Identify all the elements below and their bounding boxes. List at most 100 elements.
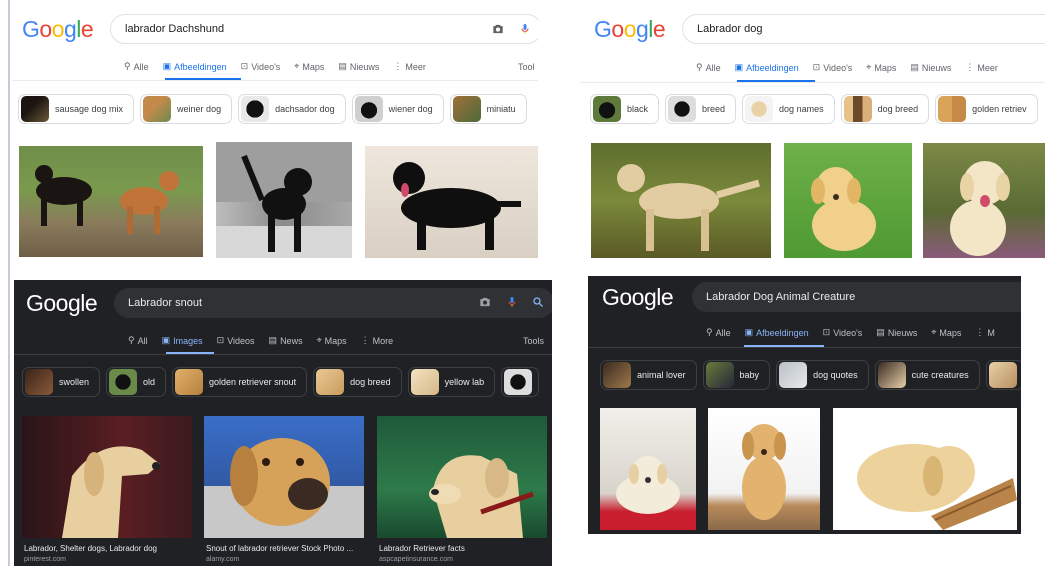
- chip-thumbnail: [354, 96, 383, 122]
- result-image[interactable]: [365, 146, 538, 258]
- chip[interactable]: swollen: [22, 367, 101, 397]
- result-image[interactable]: [833, 408, 1017, 530]
- tab-videos[interactable]: ⊡ Video's: [823, 327, 863, 338]
- chip[interactable]: animal lover: [600, 360, 697, 390]
- result-title[interactable]: Labrador Retriever facts: [379, 544, 465, 553]
- chip-thumbnail: [593, 96, 621, 122]
- result-image[interactable]: [600, 408, 696, 530]
- result-image[interactable]: [216, 142, 352, 258]
- chip[interactable]: dog breed: [840, 94, 930, 124]
- google-logo[interactable]: Google: [22, 16, 94, 43]
- chip-thumbnail: [241, 96, 270, 122]
- result-image[interactable]: [591, 143, 771, 258]
- result-image[interactable]: [22, 416, 192, 538]
- chip[interactable]: baby: [702, 360, 771, 390]
- chip-thumbnail: [938, 96, 967, 122]
- chip[interactable]: miniatu: [449, 94, 527, 124]
- camera-icon[interactable]: [491, 22, 505, 36]
- tab-more[interactable]: ⋮ Meer: [965, 62, 998, 73]
- chip[interactable]: wiener dog: [351, 94, 444, 124]
- tab-videos[interactable]: ⊡ Video's: [813, 62, 853, 73]
- camera-icon[interactable]: [478, 295, 492, 309]
- chip[interactable]: sausage dog mix: [18, 94, 135, 124]
- chip[interactable]: dog breed: [313, 367, 402, 397]
- tab-more[interactable]: ⋮ Meer: [393, 61, 426, 72]
- result-image[interactable]: [923, 143, 1045, 258]
- chip[interactable]: [985, 360, 1021, 390]
- result-image[interactable]: [784, 143, 912, 258]
- tab-all[interactable]: ⚲ Alle: [124, 61, 149, 72]
- tab-images[interactable]: ▣ Afbeeldingen: [163, 61, 227, 72]
- tab-news[interactable]: ▤ News: [269, 335, 303, 346]
- search-input[interactable]: labrador Dachshund: [110, 14, 538, 44]
- search-input[interactable]: Labrador snout: [114, 288, 552, 318]
- chip[interactable]: old: [106, 367, 167, 397]
- tools-button[interactable]: Tools: [523, 336, 544, 346]
- microphone-icon[interactable]: [519, 22, 531, 36]
- search-icon[interactable]: [532, 295, 544, 309]
- chip-thumbnail: [452, 96, 481, 122]
- chip[interactable]: cute creatures: [874, 360, 980, 390]
- chip[interactable]: golden retriever snout: [172, 367, 308, 397]
- news-icon: ▤: [876, 327, 885, 337]
- pin-icon: ⌖: [316, 335, 322, 345]
- result-image[interactable]: [19, 146, 203, 257]
- google-logo[interactable]: Google: [26, 290, 98, 317]
- result-image[interactable]: [204, 416, 364, 538]
- chip-thumbnail: [316, 369, 345, 395]
- tab-all[interactable]: ⚲ All: [128, 335, 148, 346]
- result-image[interactable]: [708, 408, 820, 530]
- related-chips: swollen old golden retriever snout dog b…: [22, 367, 540, 397]
- tab-all[interactable]: ⚲ Alle: [706, 327, 731, 338]
- chip[interactable]: black: [590, 94, 660, 124]
- google-logo[interactable]: Google: [594, 16, 666, 43]
- search-tabs: ⚲ Alle ▣ Afbeeldingen ⊡ Video's ▤ Nieuws ⌖ Ma…: [706, 327, 995, 338]
- panel-labrador-dog-animal-creature: Google Labrador Dog Animal Creature ⚲ All…: [588, 276, 1021, 534]
- tab-videos[interactable]: ⊡ Video's: [241, 61, 281, 72]
- chip[interactable]: dog quotes: [776, 360, 869, 390]
- tab-images[interactable]: ▣ Images: [162, 335, 203, 346]
- chip[interactable]: golden retriev: [935, 94, 1038, 124]
- tab-news[interactable]: ▤ Nieuws: [876, 327, 917, 338]
- tab-more[interactable]: ⋮ More: [361, 335, 394, 346]
- chip-thumbnail: [843, 96, 872, 122]
- chip[interactable]: dog names: [742, 94, 835, 124]
- chip[interactable]: [501, 367, 540, 397]
- tools-button[interactable]: Tool: [518, 62, 535, 72]
- tab-more[interactable]: ⋮ M: [975, 327, 995, 338]
- chip[interactable]: yellow lab: [407, 367, 496, 397]
- chip[interactable]: breed: [665, 94, 737, 124]
- search-tabs: ⚲ All ▣ Images ⊡ Videos ▤ News ⌖ Maps ⋮ More: [128, 335, 393, 346]
- microphone-icon[interactable]: [506, 295, 518, 309]
- play-icon: ⊡: [822, 327, 831, 337]
- pin-icon: ⌖: [294, 61, 300, 71]
- chip-thumbnail: [410, 369, 439, 395]
- search-icon: ⚲: [706, 327, 713, 337]
- search-input[interactable]: Labrador Dog Animal Creature: [692, 282, 1021, 312]
- search-query: Labrador snout: [128, 297, 202, 309]
- tab-all[interactable]: ⚲ Alle: [696, 62, 721, 73]
- tab-maps[interactable]: ⌖ Maps: [931, 327, 961, 338]
- tab-maps[interactable]: ⌖ Maps: [294, 61, 324, 72]
- tab-images[interactable]: ▣ Afbeeldingen: [735, 62, 799, 73]
- news-icon: ▤: [338, 61, 347, 71]
- search-input[interactable]: Labrador dog: [682, 14, 1045, 44]
- google-logo[interactable]: Google: [602, 284, 674, 311]
- tab-maps[interactable]: ⌖ Maps: [317, 335, 347, 346]
- panel-labrador-snout: Google Labrador snout ⚲ All ▣ Images ⊡ Vide…: [14, 280, 552, 566]
- tab-maps[interactable]: ⌖ Maps: [866, 62, 896, 73]
- result-title[interactable]: Labrador, Shelter dogs, Labrador dog: [24, 544, 157, 553]
- result-image[interactable]: [377, 416, 547, 538]
- result-title[interactable]: Snout of labrador retriever Stock Photo …: [206, 544, 353, 553]
- related-chips: animal lover baby dog quotes cute creatu…: [600, 360, 1021, 390]
- chip-thumbnail: [988, 362, 1017, 388]
- tab-news[interactable]: ▤ Nieuws: [910, 62, 951, 73]
- chip[interactable]: dachsador dog: [238, 94, 346, 124]
- search-icon: ⚲: [124, 61, 131, 71]
- search-icon: ⚲: [696, 62, 703, 72]
- chip[interactable]: weiner dog: [140, 94, 233, 124]
- tab-videos[interactable]: ⊡ Videos: [217, 335, 255, 346]
- tab-news[interactable]: ▤ Nieuws: [338, 61, 379, 72]
- related-chips: black breed dog names dog breed golden r…: [590, 94, 1038, 124]
- tab-images[interactable]: ▣ Afbeeldingen: [745, 327, 809, 338]
